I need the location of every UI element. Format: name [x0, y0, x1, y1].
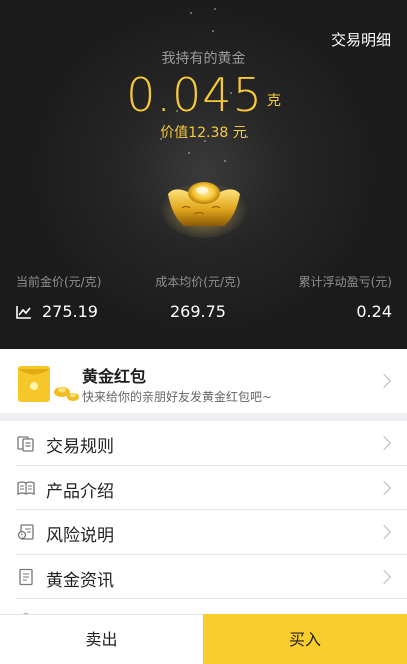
- news-icon: [16, 567, 36, 587]
- menu-item-trading-rules[interactable]: 交易规则: [0, 421, 407, 466]
- buy-button[interactable]: 买入: [203, 614, 407, 664]
- current-price-label: 当前金价(元/克): [16, 275, 102, 289]
- info-menu: 交易规则 产品介绍 风险说明 黄金资讯: [0, 421, 407, 644]
- current-price-value: 275.19: [42, 302, 98, 321]
- trade-detail-link[interactable]: 交易明细: [331, 29, 391, 50]
- current-price-stat[interactable]: 当前金价(元/克) 275.19: [16, 273, 146, 323]
- risk-icon: [16, 522, 36, 542]
- chevron-right-icon: [376, 435, 392, 451]
- cost-price-stat: 成本均价(元/克) 269.75: [138, 273, 258, 321]
- menu-item-gold-news[interactable]: 黄金资讯: [0, 554, 407, 599]
- gold-holding-panel: 交易明细 我持有的黄金 0.045 克 价值12.38 元 当前金价(元/克) …: [0, 0, 407, 349]
- profit-loss-value: 0.24: [356, 302, 392, 321]
- holding-amount-unit: 克: [266, 93, 281, 109]
- menu-item-label: 风险说明: [46, 526, 114, 546]
- gold-ingot-icon: [160, 168, 248, 240]
- red-packet-icon: [18, 364, 82, 404]
- menu-item-product-intro[interactable]: 产品介绍: [0, 465, 407, 510]
- gold-red-packet-banner[interactable]: 黄金红包 快来给你的亲朋好友发黄金红包吧~: [0, 349, 407, 413]
- red-packet-subtitle: 快来给你的亲朋好友发黄金红包吧~: [82, 390, 273, 404]
- menu-item-label: 产品介绍: [46, 481, 114, 502]
- chevron-right-icon: [376, 373, 392, 389]
- holding-amount: 0.045 克: [0, 68, 407, 122]
- holding-label: 我持有的黄金: [161, 51, 246, 67]
- chevron-right-icon: [376, 480, 392, 495]
- rules-icon: [16, 433, 36, 453]
- holding-amount-value: 0.045: [126, 68, 263, 122]
- book-icon: [16, 478, 36, 498]
- cost-price-value: 269.75: [170, 302, 226, 321]
- profit-loss-label: 累计浮动盈亏(元): [298, 275, 392, 289]
- cost-price-label: 成本均价(元/克): [155, 275, 241, 289]
- action-bar: 卖出 买入: [0, 614, 407, 664]
- menu-item-risk-statement[interactable]: 风险说明: [0, 510, 407, 555]
- menu-item-label: 黄金资讯: [46, 570, 114, 591]
- profit-loss-stat: 累计浮动盈亏(元) 0.24: [280, 273, 392, 321]
- menu-item-label: 交易规则: [46, 437, 114, 457]
- holding-value: 价值12.38 元: [160, 125, 247, 141]
- section-divider: [0, 413, 407, 421]
- chevron-right-icon: [376, 569, 392, 584]
- sell-button[interactable]: 卖出: [0, 615, 203, 664]
- chevron-right-icon: [376, 524, 392, 540]
- trend-chart-icon: [16, 304, 32, 323]
- red-packet-title: 黄金红包: [82, 367, 147, 386]
- price-stats: 当前金价(元/克) 275.19 成本均价(元/克) 269.75 累计浮动盈亏…: [0, 273, 407, 333]
